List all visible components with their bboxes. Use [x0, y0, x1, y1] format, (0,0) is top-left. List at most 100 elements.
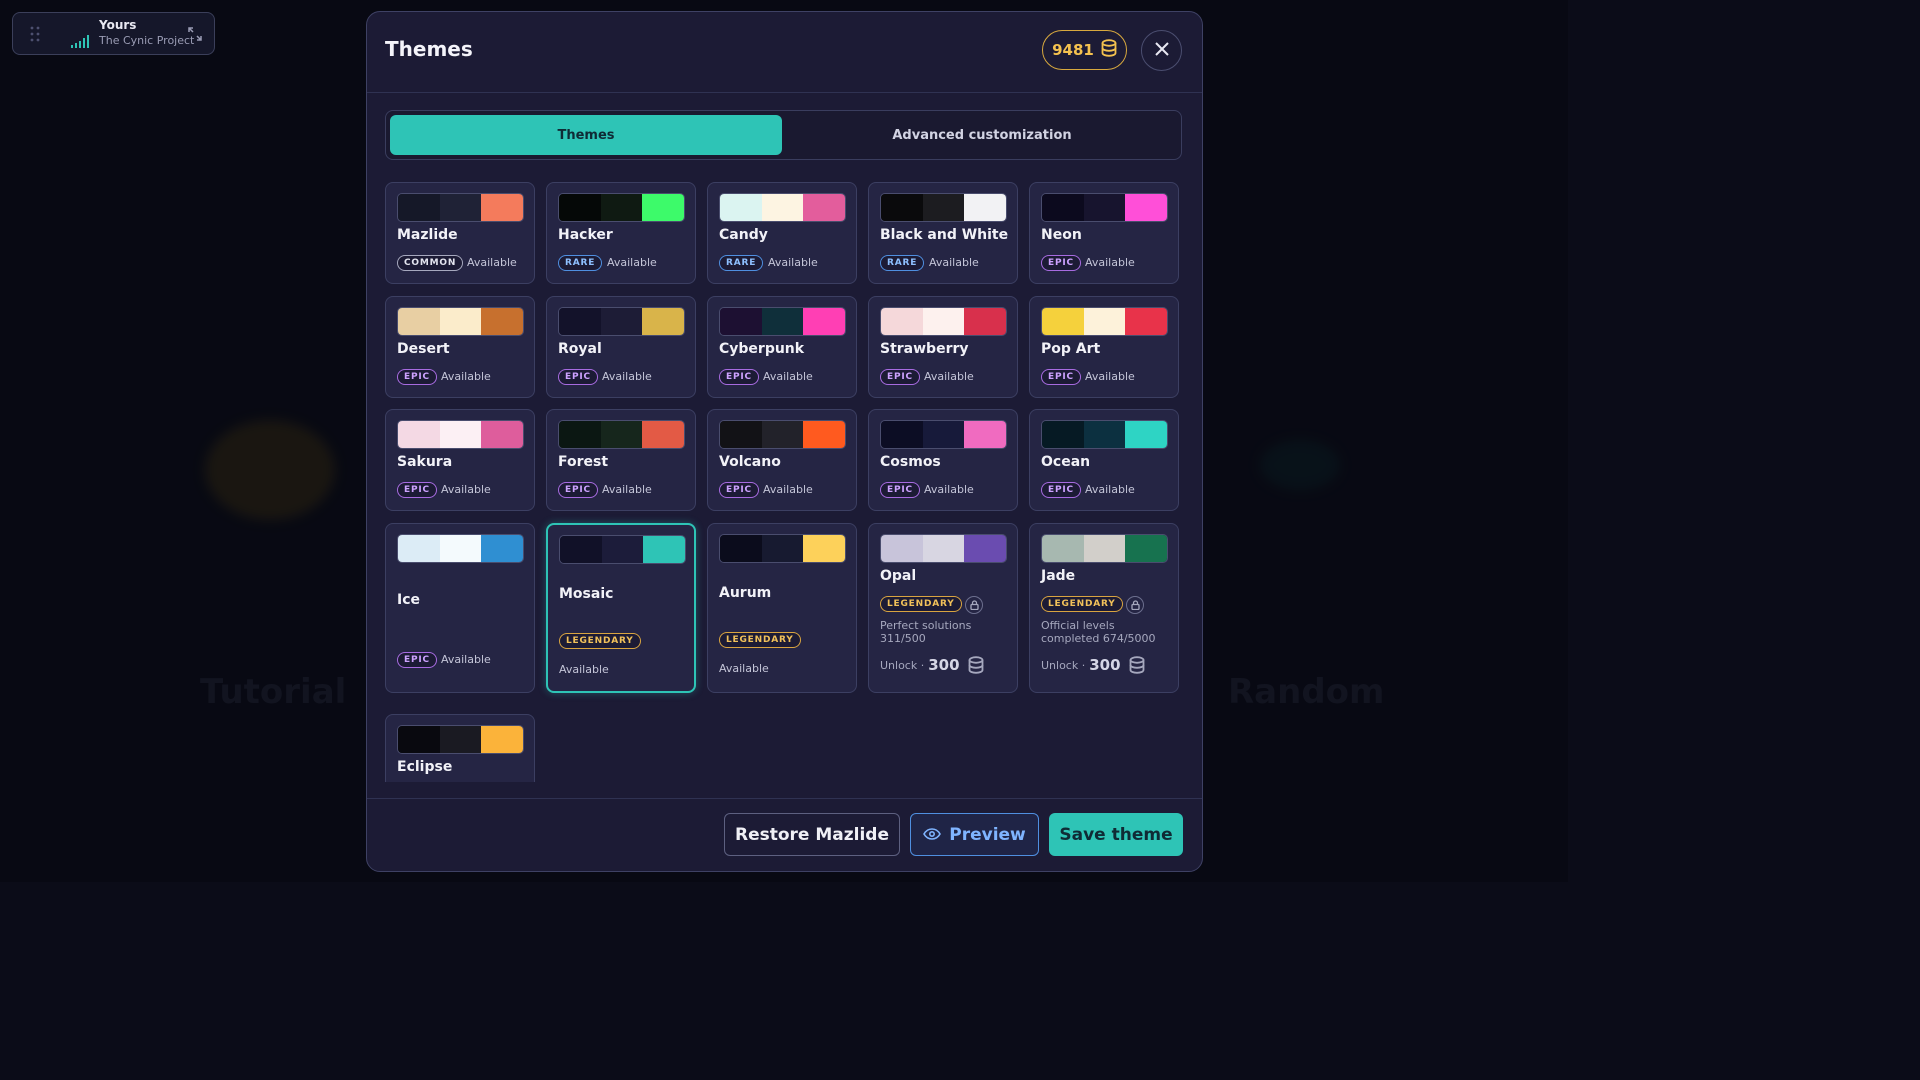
availability-status: Available: [763, 370, 813, 383]
theme-card-strawberry[interactable]: Strawberry EPIC Available: [868, 296, 1018, 398]
swatch-color: [922, 194, 965, 221]
theme-name: Eclipse: [397, 759, 453, 775]
swatch-color: [398, 421, 440, 448]
preview-label: Preview: [949, 824, 1026, 845]
theme-card-sakura[interactable]: Sakura EPIC Available: [385, 409, 535, 511]
swatch-color: [922, 421, 965, 448]
swatch-color: [559, 421, 601, 448]
tab-advanced-customization[interactable]: Advanced customization: [786, 115, 1178, 155]
availability-status: Available: [602, 483, 652, 496]
swatch-color: [398, 726, 440, 753]
color-swatch: [1041, 307, 1168, 336]
color-swatch: [1041, 420, 1168, 449]
theme-card-neon[interactable]: Neon EPIC Available: [1029, 182, 1179, 284]
swatch-color: [720, 535, 762, 562]
theme-name: Ocean: [1041, 454, 1091, 470]
theme-card-jade[interactable]: Jade LEGENDARY Official levels completed 6…: [1029, 523, 1179, 693]
swatch-color: [761, 308, 804, 335]
theme-card-cyberpunk[interactable]: Cyberpunk EPIC Available: [707, 296, 857, 398]
theme-card-desert[interactable]: Desert EPIC Available: [385, 296, 535, 398]
theme-name: Opal: [880, 568, 917, 584]
swatch-color: [1125, 421, 1167, 448]
theme-card-opal[interactable]: Opal LEGENDARY Perfect solutions 311/500 Un…: [868, 523, 1018, 693]
color-swatch: [719, 307, 846, 336]
theme-card-cosmos[interactable]: Cosmos EPIC Available: [868, 409, 1018, 511]
coin-balance: 9481: [1042, 30, 1127, 70]
volume-bars-icon: [71, 33, 93, 52]
rarity-badge: EPIC: [719, 369, 759, 385]
swatch-color: [642, 421, 684, 448]
rarity-badge: EPIC: [558, 369, 598, 385]
availability-status: Available: [441, 653, 491, 666]
rarity-badge: RARE: [880, 255, 925, 271]
swatch-color: [964, 535, 1006, 562]
drag-handle-icon[interactable]: [30, 26, 40, 42]
color-swatch: [719, 420, 846, 449]
swatch-color: [803, 194, 845, 221]
mini-player[interactable]: Yours The Cynic Project: [12, 12, 215, 55]
theme-name: Mazlide: [397, 227, 458, 243]
rarity-badge: LEGENDARY: [1041, 596, 1123, 612]
theme-card-royal[interactable]: Royal EPIC Available: [546, 296, 696, 398]
tab-themes[interactable]: Themes: [390, 115, 782, 155]
availability-status: Available: [467, 256, 517, 269]
theme-name: Cyberpunk: [719, 341, 805, 357]
color-swatch: [880, 307, 1007, 336]
swatch-color: [600, 308, 643, 335]
rarity-badge: RARE: [719, 255, 764, 271]
color-swatch: [558, 307, 685, 336]
theme-card-black-and-white[interactable]: Black and White RARE Available: [868, 182, 1018, 284]
theme-card-ocean[interactable]: Ocean EPIC Available: [1029, 409, 1179, 511]
rarity-badge: EPIC: [880, 369, 920, 385]
swatch-color: [1125, 535, 1167, 562]
restore-default-button[interactable]: Restore Mazlide: [724, 813, 900, 856]
theme-card-ice[interactable]: Ice EPIC Available: [385, 523, 535, 693]
theme-card-hacker[interactable]: Hacker RARE Available: [546, 182, 696, 284]
color-swatch: [1041, 534, 1168, 563]
swatch-color: [964, 421, 1006, 448]
save-theme-label: Save theme: [1059, 824, 1173, 845]
color-swatch: [397, 307, 524, 336]
theme-name: Jade: [1041, 568, 1076, 584]
swatch-color: [481, 535, 523, 562]
theme-name: Ice: [397, 592, 421, 608]
close-button[interactable]: [1141, 30, 1182, 71]
expand-icon[interactable]: [188, 26, 202, 45]
color-swatch: [397, 193, 524, 222]
unlock-cost-value: 300: [928, 656, 960, 674]
theme-card-aurum[interactable]: Aurum LEGENDARY Available: [707, 523, 857, 693]
swatch-color: [439, 535, 482, 562]
theme-card-pop-art[interactable]: Pop Art EPIC Available: [1029, 296, 1179, 398]
theme-name: Forest: [558, 454, 609, 470]
unlock-cost: Unlock · 300: [1041, 656, 1145, 674]
theme-card-eclipse[interactable]: EclipseLEGENDARY: [385, 714, 535, 782]
swatch-color: [964, 194, 1006, 221]
availability-status: Available: [1085, 256, 1135, 269]
preview-button[interactable]: Preview: [910, 813, 1039, 856]
coin-balance-value: 9481: [1052, 41, 1094, 59]
modal-header: Themes 9481: [367, 12, 1202, 93]
theme-card-candy[interactable]: Candy RARE Available: [707, 182, 857, 284]
swatch-color: [922, 535, 965, 562]
theme-card-forest[interactable]: Forest EPIC Available: [546, 409, 696, 511]
color-swatch: [558, 420, 685, 449]
swatch-color: [922, 308, 965, 335]
rarity-badge: EPIC: [558, 482, 598, 498]
swatch-color: [803, 421, 845, 448]
save-theme-button[interactable]: Save theme: [1049, 813, 1183, 856]
theme-card-volcano[interactable]: Volcano EPIC Available: [707, 409, 857, 511]
theme-card-mosaic[interactable]: Mosaic LEGENDARY Available: [546, 523, 696, 693]
availability-status: Available: [924, 370, 974, 383]
color-swatch: [1041, 193, 1168, 222]
availability-status: Available: [1085, 370, 1135, 383]
availability-status: Available: [441, 483, 491, 496]
swatch-color: [439, 308, 482, 335]
availability-status: Available: [441, 370, 491, 383]
theme-card-mazlide[interactable]: Mazlide COMMON Available: [385, 182, 535, 284]
swatch-color: [439, 726, 482, 753]
color-swatch: [397, 725, 524, 754]
modal-footer: Restore Mazlide Preview Save theme: [367, 798, 1202, 871]
swatch-color: [803, 535, 845, 562]
swatch-color: [1042, 535, 1084, 562]
theme-tabs: Themes Advanced customization: [385, 110, 1182, 160]
